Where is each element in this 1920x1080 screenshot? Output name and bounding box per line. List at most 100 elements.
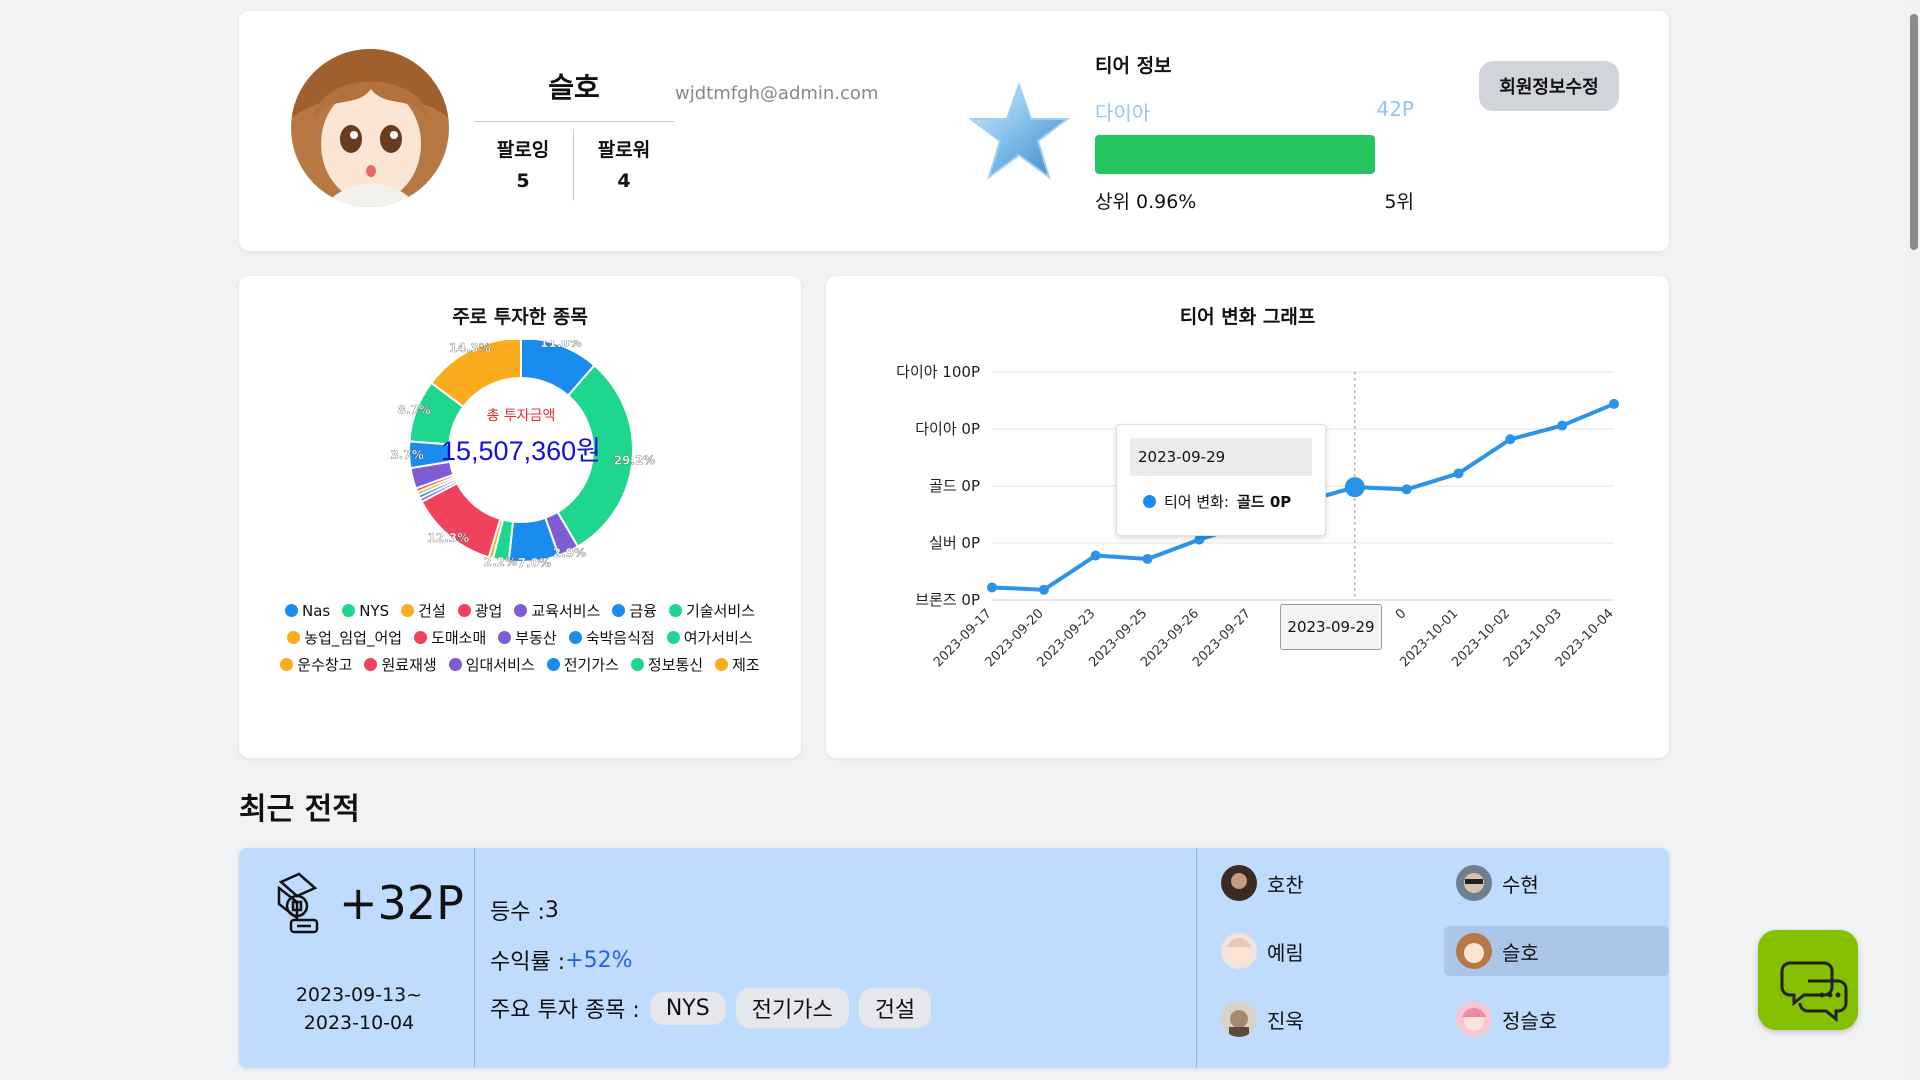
total-invest-label: 총 투자금액: [487, 408, 556, 424]
legend-dot: [280, 658, 294, 671]
donut-slice-label: 2.9%: [553, 546, 586, 560]
player-item-current[interactable]: 슬호: [1444, 926, 1669, 976]
legend-dot: [287, 631, 301, 644]
legend-item[interactable]: 금융: [612, 600, 657, 621]
tier-title: 티어 정보: [1095, 55, 1172, 77]
legend-dot: [448, 658, 462, 671]
profit-line: 수익률 : +52%: [490, 944, 632, 976]
edit-profile-button[interactable]: 회원정보수정: [1479, 61, 1619, 111]
chart-tooltip: 2023-09-29 티어 변화: 골드 0P: [1116, 424, 1326, 536]
legend-dot: [342, 604, 356, 617]
player-name: 진욱: [1267, 1008, 1304, 1033]
donut-slice-label: 14.3%: [449, 341, 491, 355]
legend-label: 정보통신: [647, 656, 704, 674]
data-point[interactable]: [1038, 584, 1049, 595]
legend-label: NYS: [359, 601, 390, 620]
tooltip-row: 티어 변화: 골드 0P: [1143, 491, 1291, 512]
tier-rank-position: 5위: [1384, 191, 1414, 213]
legend-dot: [546, 658, 560, 671]
legend-item[interactable]: 정보통신: [630, 654, 704, 675]
legend-dot: [715, 658, 729, 671]
legend-item[interactable]: 광업: [457, 600, 502, 621]
invest-legend: Nas NYS 건설 광업 교육서비스 금융 기술서비스농업_임업_어업 도매소매 부동산 숙박음…: [249, 600, 791, 675]
player-avatar: [1221, 865, 1257, 901]
data-point[interactable]: [1453, 468, 1464, 479]
rank-label: 등수 :: [490, 900, 545, 925]
legend-dot: [612, 604, 626, 617]
legend-item[interactable]: 제조: [715, 654, 760, 675]
legend-dot: [666, 631, 680, 644]
legend-item[interactable]: 여가서비스: [666, 627, 753, 648]
tooltip-date: 2023-09-29: [1130, 438, 1312, 476]
scrollbar-thumb[interactable]: [1910, 14, 1918, 250]
star-icon: [967, 81, 1071, 185]
donut-slice-label: 29.2%: [614, 453, 656, 467]
legend-dot: [514, 604, 528, 617]
legend-label: 부동산: [515, 629, 557, 647]
invest-card: 주로 투자한 종목 11.0% 29.2% 2.9% 7.0% 2.2% 12.3% 3.7…: [239, 276, 801, 758]
legend-label: 여가서비스: [683, 629, 753, 647]
y-tick-label: 다이아 100P: [896, 363, 980, 381]
legend-dot: [285, 604, 298, 617]
legend-item[interactable]: NYS: [342, 600, 389, 621]
data-point[interactable]: [1505, 434, 1516, 445]
donut-slice-label: 3.7%: [390, 448, 423, 462]
legend-item[interactable]: 임대서비스: [448, 654, 535, 675]
player-item[interactable]: 수현: [1444, 858, 1669, 908]
x-hover-label: 2023-09-29: [1280, 604, 1382, 650]
player-item[interactable]: 진욱: [1209, 994, 1434, 1044]
legend-item[interactable]: Nas: [285, 600, 330, 621]
legend-item[interactable]: 운수창고: [280, 654, 352, 675]
page-scrollbar[interactable]: [1908, 0, 1920, 1080]
player-item[interactable]: 예림: [1209, 926, 1434, 976]
y-tick-label: 브론즈 0P: [915, 591, 980, 609]
legend-item[interactable]: 전기가스: [546, 654, 619, 675]
player-item[interactable]: 정슬호: [1444, 994, 1669, 1044]
data-point[interactable]: [1194, 534, 1205, 545]
following-stat[interactable]: 팔로잉 5: [473, 135, 573, 197]
stock-tag: 건설: [858, 988, 932, 1028]
tooltip-value: 골드 0P: [1237, 493, 1292, 511]
legend-label: 금융: [629, 602, 657, 620]
y-tick-label: 실버 0P: [929, 534, 980, 552]
donut-slice-label: 2.2%: [484, 555, 517, 569]
legend-dot: [668, 604, 682, 617]
data-point[interactable]: [1344, 477, 1365, 498]
donut-slice-label: 8.7%: [398, 403, 431, 417]
chat-button[interactable]: [1758, 930, 1858, 1030]
tier-rank-percent: 상위 0.96%: [1095, 191, 1197, 213]
profit-label: 수익률 :: [490, 950, 566, 975]
legend-item[interactable]: 교육서비스: [514, 600, 600, 621]
data-point[interactable]: [1090, 550, 1101, 561]
legend-label: 농업_임업_어업: [304, 629, 403, 647]
chat-icon: [1780, 961, 1848, 1023]
record-card[interactable]: +32P 2023-09-13~ 2023-10-04 등수 : 3 수익률 :…: [239, 848, 1669, 1068]
legend-label: 원료재생: [381, 656, 437, 674]
data-point[interactable]: [1142, 553, 1153, 564]
rank-value: 3: [544, 897, 559, 923]
money-icon: [273, 872, 327, 938]
data-point[interactable]: [987, 582, 997, 593]
data-point[interactable]: [1557, 420, 1568, 431]
player-avatar: [1221, 933, 1257, 969]
legend-item[interactable]: 부동산: [498, 627, 557, 648]
stocks-line: 주요 투자 종목 : NYS 전기가스 건설: [490, 988, 932, 1028]
followers-stat[interactable]: 팔로워 4: [574, 135, 674, 197]
player-name: 예림: [1267, 940, 1304, 965]
legend-item[interactable]: 기술서비스: [668, 600, 755, 621]
legend-item[interactable]: 숙박음식점: [568, 627, 655, 648]
player-item[interactable]: 호찬: [1209, 858, 1434, 908]
legend-label: 전기가스: [563, 656, 619, 674]
legend-item[interactable]: 도매소매: [414, 627, 486, 648]
legend-label: 건설: [418, 602, 446, 620]
legend-dot: [568, 631, 582, 644]
data-point[interactable]: [1609, 398, 1619, 409]
legend-item[interactable]: 농업_임업_어업: [287, 627, 402, 648]
data-point[interactable]: [1401, 484, 1412, 495]
stock-tag: NYS: [649, 991, 726, 1025]
legend-item[interactable]: 건설: [401, 600, 446, 621]
profit-value: +52%: [565, 947, 633, 973]
invest-donut-chart[interactable]: 11.0% 29.2% 2.9%7.0%2.2% 12.3% 3.7% 8.7% 14.3%…: [239, 340, 801, 570]
recent-record-title: 최근 전적: [239, 792, 360, 827]
legend-item[interactable]: 원료재생: [364, 654, 437, 675]
